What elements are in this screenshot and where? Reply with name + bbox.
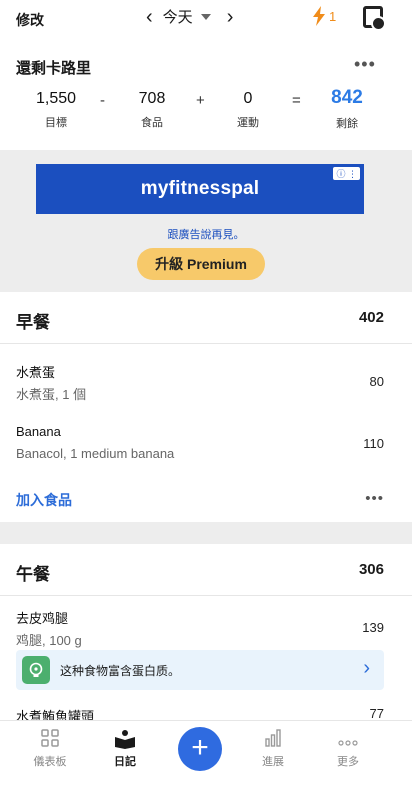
plus-operator: + bbox=[196, 92, 205, 109]
remaining-cell: 842 剩餘 bbox=[322, 87, 372, 131]
food-calories: 80 bbox=[369, 374, 384, 389]
meal-calories: 402 bbox=[358, 309, 384, 326]
streak-count: 1 bbox=[329, 8, 337, 24]
edit-button[interactable]: 修改 bbox=[16, 10, 44, 30]
food-description: 水煮蛋, 1 個 bbox=[16, 387, 87, 402]
ad-area: myfitnesspal ⓘ ⋮ 跟廣告說再見。 升級 Premium bbox=[0, 150, 412, 292]
top-bar: 修改 ‹ 今天 › 1 bbox=[0, 0, 412, 40]
breakfast-more-button[interactable]: ••• bbox=[365, 490, 384, 507]
remaining-more-button[interactable]: ••• bbox=[354, 54, 376, 75]
bulb-icon bbox=[29, 662, 43, 677]
food-item[interactable]: 水煮鮪魚罐頭 77 bbox=[0, 698, 412, 720]
ad-info-icon[interactable]: ⓘ ⋮ bbox=[333, 167, 360, 180]
nav-diary[interactable]: 日記 bbox=[95, 729, 155, 769]
goal-value: 1,550 bbox=[35, 90, 77, 107]
food-name: 水煮蛋 bbox=[16, 365, 56, 380]
next-day-button[interactable]: › bbox=[227, 7, 234, 27]
food-calories: 139 bbox=[362, 620, 384, 635]
food-item[interactable]: 水煮蛋 水煮蛋, 1 個 80 bbox=[0, 354, 412, 414]
remove-ads-link[interactable]: 跟廣告說再見。 bbox=[0, 226, 412, 242]
diary-icon bbox=[95, 729, 155, 753]
lunch-header[interactable]: 午餐 306 bbox=[0, 544, 412, 596]
calorie-formula[interactable]: 1,550 目標 - 708 食品 + 0 運動 = 842 剩餘 bbox=[0, 87, 412, 140]
nav-progress[interactable]: 進展 bbox=[243, 729, 303, 769]
nav-dashboard-label: 儀表板 bbox=[33, 756, 67, 768]
equals-operator: = bbox=[292, 92, 301, 109]
ad-banner[interactable]: myfitnesspal ⓘ ⋮ bbox=[36, 164, 364, 214]
nav-more-label: 更多 bbox=[337, 756, 359, 768]
date-label[interactable]: 今天 bbox=[163, 6, 193, 27]
breakfast-header[interactable]: 早餐 402 bbox=[0, 292, 412, 344]
remaining-value: 842 bbox=[331, 87, 363, 108]
tip-text: 这种食物富含蛋白质。 bbox=[60, 664, 181, 678]
meal-name: 早餐 bbox=[16, 313, 50, 332]
food-calories: 77 bbox=[369, 706, 384, 720]
food-calories: 110 bbox=[363, 436, 384, 451]
nav-diary-label: 日記 bbox=[114, 756, 136, 768]
lightning-icon bbox=[313, 6, 325, 26]
dashboard-icon bbox=[20, 729, 80, 753]
minus-operator: - bbox=[100, 92, 105, 109]
nav-dashboard[interactable]: 儀表板 bbox=[20, 729, 80, 769]
protein-tip-banner[interactable]: 这种食物富含蛋白质。 › bbox=[16, 650, 384, 690]
goal-label: 目標 bbox=[45, 117, 67, 129]
meal-calories: 306 bbox=[358, 561, 384, 578]
nav-progress-label: 進展 bbox=[262, 756, 284, 768]
section-divider bbox=[0, 522, 412, 544]
exercise-label: 運動 bbox=[237, 117, 259, 129]
add-entry-button[interactable]: + bbox=[178, 727, 222, 771]
goal-cell: 1,550 目標 bbox=[28, 90, 84, 130]
nav-more[interactable]: 更多 bbox=[318, 729, 378, 769]
food-name: 去皮鸡腿 bbox=[16, 611, 69, 626]
chevron-right-icon: › bbox=[363, 657, 370, 679]
food-value: 708 bbox=[138, 90, 166, 107]
food-name: 水煮鮪魚罐頭 bbox=[16, 709, 95, 720]
ad-brand-logo: myfitnesspal bbox=[140, 178, 260, 199]
remaining-label: 剩餘 bbox=[336, 118, 358, 130]
remaining-calories-title: 還剩卡路里 bbox=[16, 60, 92, 77]
add-food-button[interactable]: 加入食品 bbox=[16, 490, 72, 510]
upgrade-premium-button[interactable]: 升級 Premium bbox=[137, 248, 265, 280]
food-description: 鸡腿, 100 g bbox=[16, 633, 82, 648]
device-sync-icon[interactable] bbox=[363, 6, 386, 31]
caret-down-icon[interactable] bbox=[200, 13, 211, 20]
more-dots-icon bbox=[318, 729, 378, 753]
exercise-value: 0 bbox=[243, 90, 253, 107]
previous-day-button[interactable]: ‹ bbox=[146, 7, 153, 27]
food-item[interactable]: Banana Banacol, 1 medium banana 110 bbox=[0, 416, 412, 476]
food-description: Banacol, 1 medium banana bbox=[16, 446, 175, 461]
date-navigator: ‹ 今天 › bbox=[146, 6, 233, 27]
food-name: Banana bbox=[16, 424, 61, 439]
progress-chart-icon bbox=[243, 729, 303, 753]
food-label: 食品 bbox=[141, 117, 163, 129]
bottom-navigation: 儀表板 日記 + 進展 更多 bbox=[0, 720, 412, 790]
exercise-cell: 0 運動 bbox=[226, 90, 270, 130]
nutrition-tip-icon bbox=[22, 656, 50, 684]
remaining-calories-card: 還剩卡路里 ••• 1,550 目標 - 708 食品 + 0 運動 = 842… bbox=[0, 50, 412, 150]
streak-indicator[interactable]: 1 bbox=[312, 6, 336, 26]
food-cell: 708 食品 bbox=[128, 90, 176, 130]
meal-name: 午餐 bbox=[16, 565, 50, 584]
